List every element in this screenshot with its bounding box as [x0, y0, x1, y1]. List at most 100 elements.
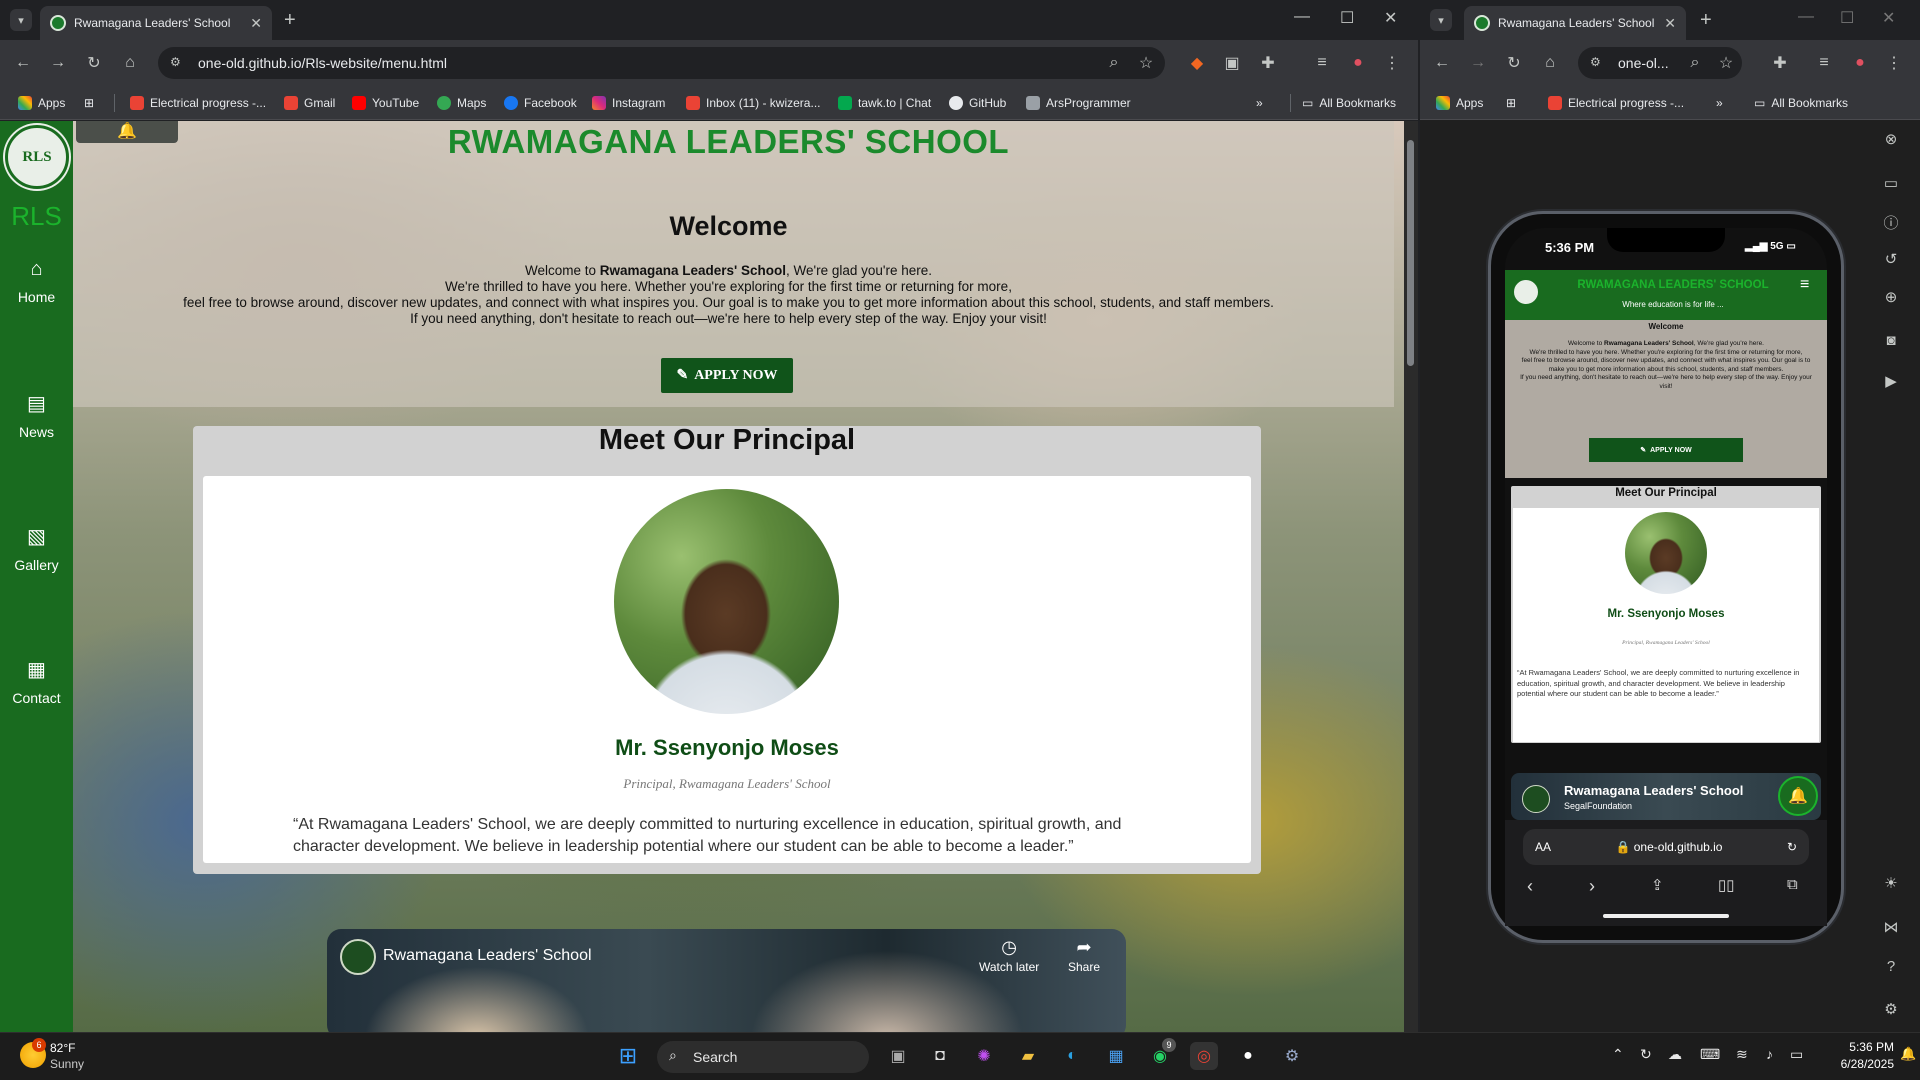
safari-address-bar[interactable]: AA 🔒 one-old.github.io ↻: [1523, 829, 1809, 865]
extension-icon[interactable]: ◆: [1185, 51, 1209, 75]
media-control-icon[interactable]: ≡: [1812, 51, 1836, 75]
menu-kebab-icon[interactable]: ⋮: [1380, 51, 1404, 75]
safari-share-icon[interactable]: ⇪: [1651, 876, 1664, 894]
onedrive-icon[interactable]: ☁: [1668, 1046, 1682, 1063]
school-logo[interactable]: RLS: [5, 125, 69, 189]
edge-icon[interactable]: ◐: [1058, 1042, 1086, 1070]
forward-icon[interactable]: →: [46, 51, 70, 75]
settings-app-icon[interactable]: ⚙: [1278, 1042, 1306, 1070]
home-icon[interactable]: ⌂: [118, 51, 142, 75]
menu-kebab-icon[interactable]: ⋮: [1882, 51, 1906, 75]
bookmark-github[interactable]: GitHub: [949, 94, 1006, 112]
tab-search-dropdown[interactable]: ▾: [1430, 9, 1452, 31]
bookmark-apps[interactable]: Apps: [1436, 94, 1483, 112]
battery-icon[interactable]: ▭: [1790, 1046, 1803, 1063]
hamburger-menu-icon[interactable]: ≡: [1800, 276, 1809, 294]
capture-app-icon[interactable]: ◘: [926, 1042, 954, 1070]
info-icon[interactable]: ⓘ: [1880, 212, 1902, 234]
sidebar-item-news[interactable]: ▤ News: [0, 391, 73, 440]
maximize-icon[interactable]: ☐: [1340, 8, 1354, 28]
video-channel-logo[interactable]: [340, 939, 376, 975]
video-title[interactable]: Rwamagana Leaders' School: [383, 947, 592, 965]
chrome-icon[interactable]: ◎: [1190, 1042, 1218, 1070]
store-icon[interactable]: ▦: [1102, 1042, 1130, 1070]
tab-search-dropdown[interactable]: ▾: [10, 9, 32, 31]
bookmark-apps[interactable]: Apps: [18, 94, 65, 112]
sidebar-item-contact[interactable]: ▦ Contact: [0, 657, 73, 706]
tray-overflow-icon[interactable]: ⌃: [1612, 1046, 1624, 1063]
clock-date[interactable]: 6/28/2025: [1818, 1057, 1894, 1071]
back-icon[interactable]: ←: [1430, 51, 1454, 75]
file-explorer-icon[interactable]: ▰: [1014, 1042, 1042, 1070]
device-toggle-icon[interactable]: ▭: [1880, 174, 1902, 196]
forward-icon[interactable]: →: [1466, 51, 1490, 75]
all-bookmarks[interactable]: ▭ All Bookmarks: [1754, 94, 1848, 112]
share-button[interactable]: ➦ Share: [1068, 937, 1100, 974]
bookmarks-overflow-icon[interactable]: »: [1716, 94, 1723, 112]
close-window-icon[interactable]: ✕: [1384, 8, 1397, 28]
tab-active[interactable]: Rwamagana Leaders' School ✕: [40, 6, 272, 40]
wifi-icon[interactable]: ≋: [1736, 1046, 1748, 1063]
bookmark-grid[interactable]: ⊞: [84, 94, 94, 112]
maximize-icon[interactable]: ☐: [1840, 8, 1854, 28]
bookmark-star-icon[interactable]: ☆: [1134, 51, 1158, 75]
bookmark-instagram[interactable]: Instagram: [592, 94, 665, 112]
zoom-icon[interactable]: ⌕: [1102, 51, 1126, 75]
profile-avatar[interactable]: ●: [1346, 51, 1370, 75]
bookmark-grid[interactable]: ⊞: [1506, 94, 1516, 112]
extensions-puzzle-icon[interactable]: ✚: [1768, 51, 1792, 75]
sidebar-item-gallery[interactable]: ▧ Gallery: [0, 524, 73, 573]
zoom-new-icon[interactable]: ⊕: [1880, 288, 1902, 310]
weather-desc[interactable]: Sunny: [50, 1057, 84, 1071]
new-tab-icon[interactable]: +: [1700, 9, 1712, 32]
copilot-icon[interactable]: ✺: [970, 1042, 998, 1070]
safari-reload-icon[interactable]: ↻: [1787, 840, 1797, 854]
tab-active[interactable]: Rwamagana Leaders' School ✕: [1464, 6, 1686, 40]
bookmark-youtube[interactable]: YouTube: [352, 94, 419, 112]
new-tab-icon[interactable]: +: [284, 9, 296, 32]
bookmark-arsprogrammer[interactable]: ArsProgrammer: [1026, 94, 1131, 112]
bookmark-electrical[interactable]: Electrical progress -...: [130, 94, 266, 112]
safari-bookmarks-icon[interactable]: ▯▯: [1718, 876, 1735, 894]
minimize-icon[interactable]: —: [1294, 8, 1310, 26]
bookmark-tawk[interactable]: tawk.to | Chat: [838, 94, 931, 112]
site-info-icon[interactable]: ⚙: [170, 55, 186, 71]
mobile-chat-bell-button[interactable]: 🔔: [1778, 776, 1818, 816]
home-icon[interactable]: ⌂: [1538, 51, 1562, 75]
keyboard-icon[interactable]: ⌨: [1700, 1046, 1720, 1063]
bookmark-inbox[interactable]: Inbox (11) - kwizera...: [686, 94, 820, 112]
bookmarks-overflow-icon[interactable]: »: [1256, 94, 1263, 112]
site-info-icon[interactable]: ⚙: [1590, 55, 1606, 71]
help-icon[interactable]: ?: [1880, 958, 1902, 980]
close-tab-icon[interactable]: ✕: [250, 15, 262, 32]
share-icon[interactable]: ⋈: [1880, 918, 1902, 940]
volume-icon[interactable]: ♪: [1766, 1046, 1773, 1062]
settings-gear-icon[interactable]: ⚙: [1880, 1000, 1902, 1022]
all-bookmarks[interactable]: ▭ All Bookmarks: [1302, 94, 1396, 112]
close-window-icon[interactable]: ✕: [1882, 8, 1895, 28]
bookmark-star-icon[interactable]: ☆: [1714, 51, 1738, 75]
sidebar-item-home[interactable]: ⌂ Home: [0, 258, 73, 305]
back-icon[interactable]: ←: [11, 51, 35, 75]
close-tab-icon[interactable]: ✕: [1664, 15, 1676, 32]
clock-time[interactable]: 5:36 PM: [1818, 1040, 1894, 1054]
watch-later-button[interactable]: ◷ Watch later: [979, 937, 1039, 974]
notification-bell-icon[interactable]: 🔔: [76, 121, 178, 143]
notifications-bell-icon[interactable]: 🔔: [1900, 1046, 1916, 1062]
windows-start-icon[interactable]: ⊞: [614, 1042, 642, 1070]
sidepanel-icon[interactable]: ▣: [1220, 51, 1244, 75]
bookmark-gmail[interactable]: Gmail: [284, 94, 335, 112]
bookmark-facebook[interactable]: Facebook: [504, 94, 577, 112]
profile-avatar[interactable]: ●: [1848, 51, 1872, 75]
taskbar-search[interactable]: ⌕ Search: [657, 1041, 869, 1073]
zoom-icon[interactable]: ⌕: [1683, 51, 1707, 75]
rotate-icon[interactable]: ↺: [1880, 250, 1902, 272]
brightness-icon[interactable]: ☀: [1880, 874, 1902, 896]
minimize-icon[interactable]: —: [1798, 8, 1814, 26]
task-view-icon[interactable]: ▣: [884, 1042, 912, 1070]
safari-forward-icon[interactable]: ›: [1589, 876, 1595, 897]
safari-tabs-icon[interactable]: ⧉: [1787, 876, 1798, 893]
safari-aa[interactable]: AA: [1535, 840, 1551, 854]
reload-icon[interactable]: ↻: [1502, 51, 1526, 75]
extensions-puzzle-icon[interactable]: ✚: [1256, 51, 1280, 75]
